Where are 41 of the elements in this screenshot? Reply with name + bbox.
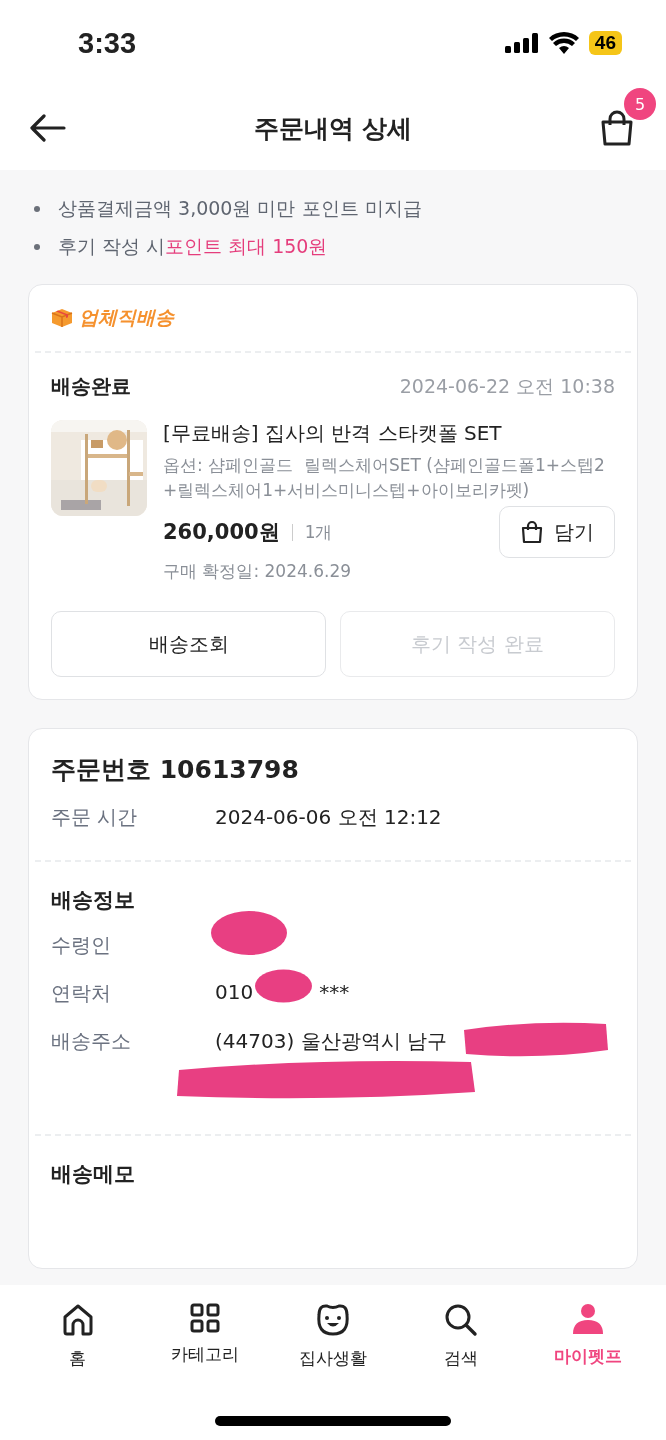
nav-tab[interactable]: 홈: [14, 1285, 142, 1440]
notice-text: 상품결제금액 3,000원 미만 포인트 미지급: [34, 196, 638, 222]
status-time: 3:33: [78, 26, 137, 60]
action-button[interactable]: 배송조회: [51, 611, 326, 678]
box-icon: [51, 308, 73, 328]
page-title: 주문내역 상세: [252, 112, 414, 145]
product-quantity: 1개: [291, 523, 333, 541]
product-price: 260,000원: [163, 519, 280, 547]
info-value: ***: [319, 980, 350, 1007]
info-value: 2024-06-06 오전 12:12: [215, 804, 442, 832]
product-option: 옵션: 샴페인골드 릴렉스체어SET (샴페인골드폴1+스텝2+릴렉스체어1+서비스미니스텝+아이보리카펫): [163, 453, 615, 503]
add-to-cart-button[interactable]: 담기: [499, 506, 615, 559]
delivery-date: 2024-06-22 오전 10:38: [399, 373, 615, 399]
cart-count-badge: 5: [624, 88, 656, 120]
purchase-confirmed-date: 구매 확정일: 2024.6.29: [163, 560, 353, 584]
nav-tab[interactable]: 집사생활: [269, 1285, 397, 1440]
back-arrow-icon[interactable]: [30, 114, 66, 142]
signal-icon: [504, 33, 539, 53]
grid-icon: [190, 1303, 221, 1333]
order-number: 주문번호 10613798: [51, 754, 300, 787]
section-title: 배송메모: [51, 1161, 136, 1189]
info-label: 연락처: [51, 980, 112, 1008]
section-title: 배송정보: [51, 887, 136, 915]
nav-tab[interactable]: 검색: [396, 1285, 525, 1440]
person-icon: [572, 1303, 605, 1335]
info-label: 배송주소: [51, 1028, 132, 1056]
info-label: 주문 시간: [51, 804, 139, 832]
info-value: (44703) 울산광역시 남구: [215, 1028, 447, 1056]
info-label: 수령인: [51, 932, 112, 960]
wifi-icon: [548, 32, 579, 54]
battery-indicator: 46: [588, 31, 622, 55]
smiling-face-icon: [315, 1303, 351, 1337]
notice-text: 후기 작성 시 포인트 최대 150원: [34, 234, 638, 260]
nav-tab[interactable]: 카테고리: [141, 1285, 270, 1440]
nav-tab[interactable]: 마이펫프: [524, 1285, 652, 1440]
shopping-bag-icon: [520, 520, 544, 545]
product-name[interactable]: [무료배송] 집사의 반격 스타캣폴 SET: [163, 420, 615, 447]
info-value: 010: [215, 980, 254, 1007]
shipping-type-label: 업체직배송: [79, 305, 174, 330]
search-icon: [443, 1303, 478, 1337]
delivery-status: 배송완료: [51, 373, 131, 400]
